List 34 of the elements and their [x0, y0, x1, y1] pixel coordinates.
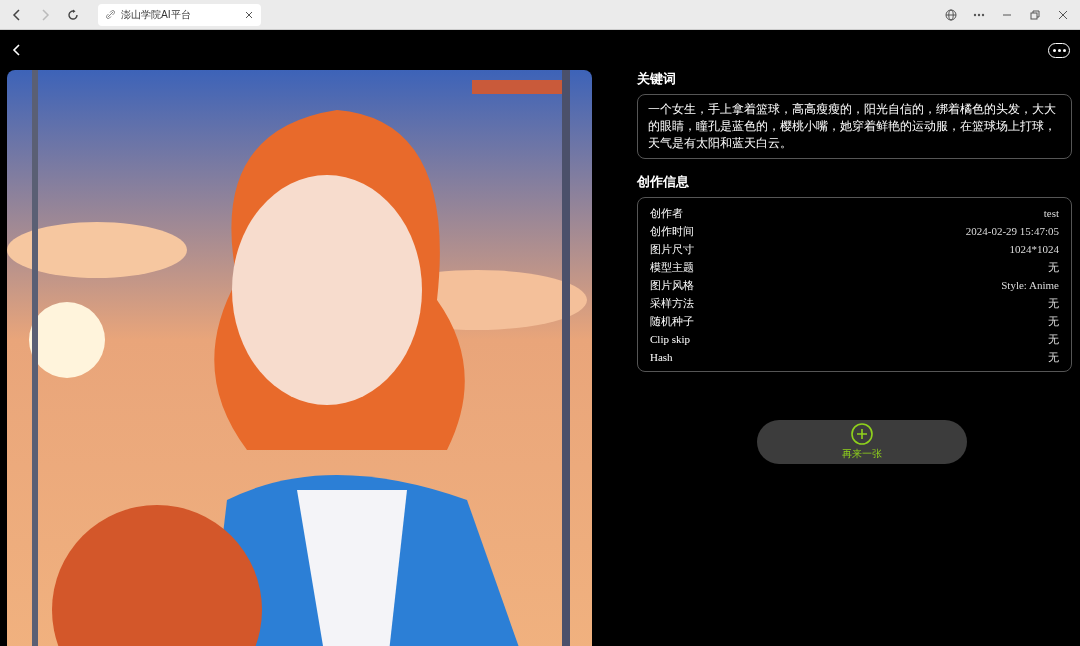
info-value: 无	[1048, 349, 1059, 365]
info-label: 模型主题	[650, 259, 694, 275]
info-value: 无	[1048, 295, 1059, 311]
close-icon[interactable]	[1058, 9, 1068, 20]
back-icon[interactable]	[12, 43, 22, 57]
restore-icon[interactable]	[1030, 9, 1040, 20]
info-label: 创作时间	[650, 223, 694, 239]
section-heading: 关键词	[637, 70, 677, 88]
info-value: 1024*1024	[1009, 243, 1059, 255]
more-icon[interactable]	[973, 12, 985, 17]
link-icon	[106, 10, 115, 19]
info-value: test	[1043, 207, 1059, 219]
info-value: 2024-02-29 15:47:05	[965, 225, 1059, 237]
reload-icon[interactable]	[67, 8, 79, 21]
section-heading: 创作信息	[637, 173, 690, 191]
info-label: 创作者	[650, 205, 683, 221]
info-value: 无	[1048, 259, 1059, 275]
info-value: Style: Anime	[1001, 279, 1059, 291]
tab-title: 澎山学院AI平台	[121, 7, 192, 22]
info-label: Clip skip	[650, 333, 691, 345]
close-icon[interactable]	[245, 10, 253, 19]
info-value: 无	[1048, 313, 1059, 329]
info-value: 无	[1048, 331, 1059, 347]
info-label: 随机种子	[650, 313, 694, 329]
info-label: 采样方法	[650, 295, 694, 311]
back-icon[interactable]	[12, 8, 22, 21]
info-label: Hash	[650, 351, 673, 363]
info-label: 图片尺寸	[650, 241, 694, 257]
plus-circle-icon	[850, 423, 873, 445]
keywords-text: 一个女生，手上拿着篮球，高高瘦瘦的，阳光自信的，绑着橘色的头发，大大的眼睛，瞳孔是蓝色的，樱桃小嘴，她穿着鲜艳的运动服，在篮球场上打球，天气是有太阳和蓝天白云。	[637, 94, 1072, 159]
info-label: 图片风格	[650, 277, 694, 293]
regenerate-button[interactable]: 再来一张	[756, 420, 967, 464]
globe-icon[interactable]	[945, 8, 957, 21]
browser-tab[interactable]: 澎山学院AI平台	[98, 3, 261, 26]
